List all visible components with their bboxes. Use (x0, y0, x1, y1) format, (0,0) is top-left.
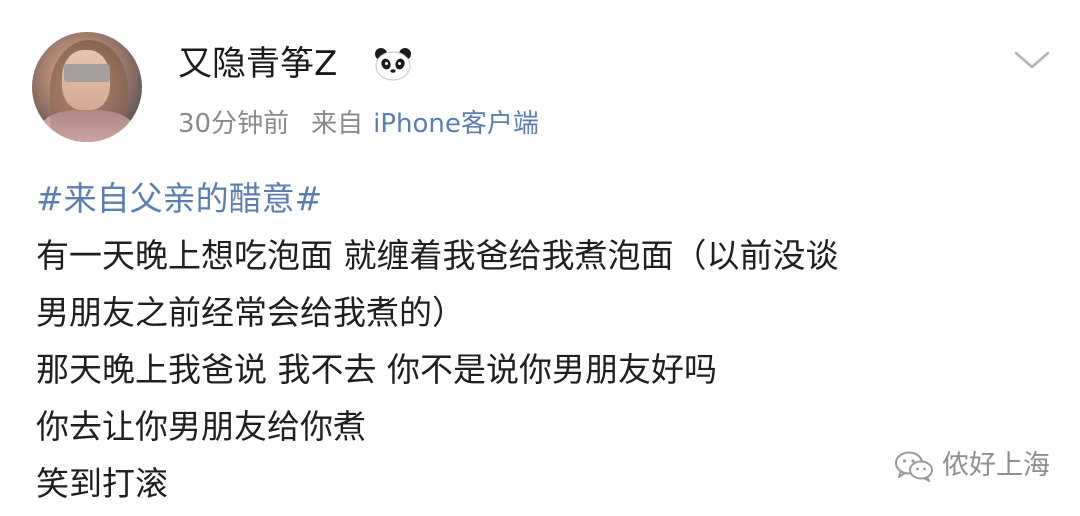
post-meta: 30分钟前 来自 iPhone客户端 (178, 104, 539, 144)
post-time: 30分钟前 (178, 109, 290, 139)
panda-icon (375, 48, 411, 81)
watermark: 侬好上海 (894, 446, 1050, 486)
source-prefix: 来自 (311, 109, 364, 139)
author-name[interactable]: 又隐青筝Z (178, 40, 337, 88)
wechat-icon (895, 451, 933, 482)
hashtag-link[interactable]: #来自父亲的醋意# (36, 170, 1046, 227)
source-link[interactable]: iPhone客户端 (373, 109, 539, 139)
post-text-line: 男朋友之前经常会给我煮的） (36, 293, 465, 332)
avatar-blur-bar (64, 64, 110, 82)
post-text-line: 有一天晚上想吃泡面 就缠着我爸给我煮泡面（以前没谈 (36, 236, 839, 275)
avatar[interactable] (32, 32, 142, 142)
weibo-post: 又隐青筝Z 30分钟前 来自 iPhone客户端 #来自父亲的醋意# 有一天晚上想吃… (0, 0, 1080, 516)
watermark-text: 侬好上海 (942, 450, 1050, 481)
post-text-line: 那天晚上我爸说 我不去 你不是说你男朋友好吗 (36, 350, 717, 389)
chevron-down-icon[interactable] (1012, 46, 1052, 74)
